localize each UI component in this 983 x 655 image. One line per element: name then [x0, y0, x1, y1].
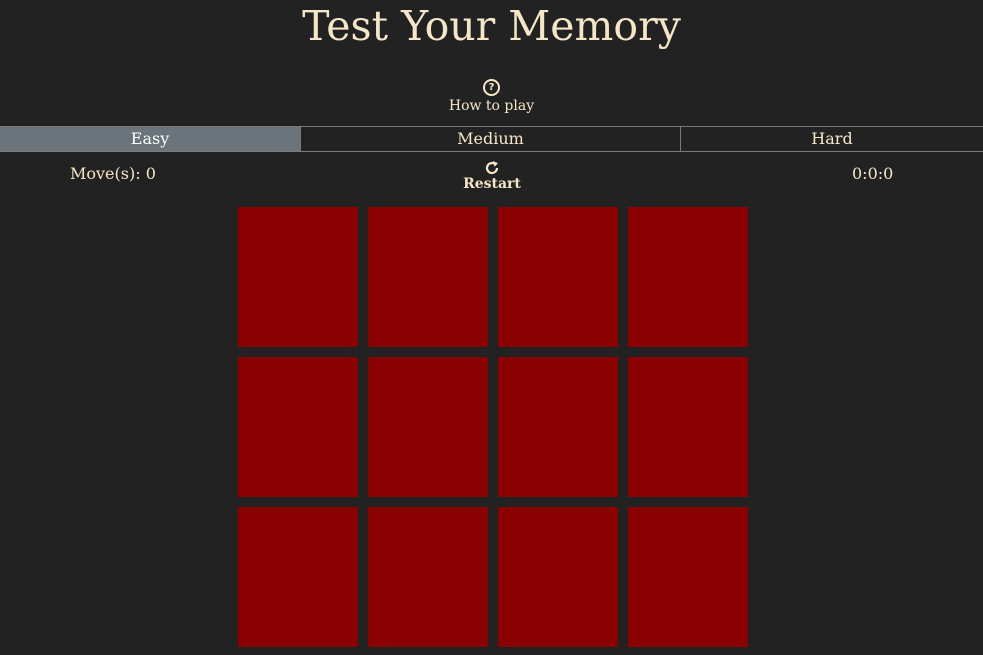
restart-label: Restart	[463, 176, 521, 192]
moves-counter: Move(s): 0	[70, 164, 156, 183]
card-board	[238, 207, 748, 647]
card[interactable]	[628, 507, 748, 647]
card[interactable]	[368, 207, 488, 347]
how-to-play-label: How to play	[448, 98, 535, 114]
question-circle-icon: ?	[483, 79, 500, 96]
restart-button[interactable]: Restart	[442, 160, 542, 192]
refresh-icon	[485, 161, 499, 175]
card[interactable]	[238, 207, 358, 347]
tab-hard[interactable]: Hard	[681, 127, 983, 151]
card[interactable]	[628, 357, 748, 497]
card[interactable]	[498, 357, 618, 497]
tab-easy[interactable]: Easy	[0, 127, 301, 151]
card[interactable]	[628, 207, 748, 347]
timer: 0:0:0	[852, 164, 894, 183]
page-title: Test Your Memory	[302, 2, 681, 50]
tab-medium[interactable]: Medium	[301, 127, 681, 151]
difficulty-tabs: Easy Medium Hard	[0, 126, 983, 152]
card[interactable]	[368, 507, 488, 647]
card[interactable]	[498, 207, 618, 347]
card[interactable]	[238, 357, 358, 497]
card[interactable]	[498, 507, 618, 647]
card[interactable]	[238, 507, 358, 647]
card[interactable]	[368, 357, 488, 497]
how-to-play-button[interactable]: ? How to play	[0, 78, 983, 115]
